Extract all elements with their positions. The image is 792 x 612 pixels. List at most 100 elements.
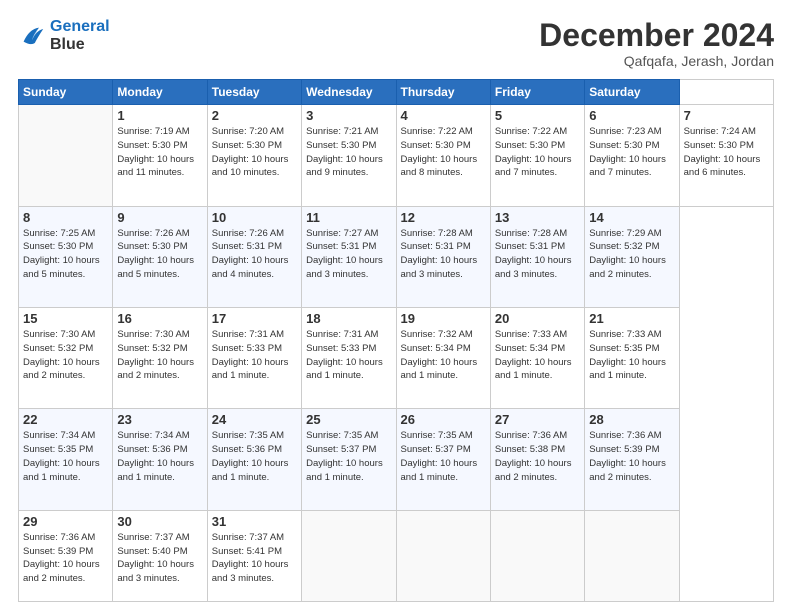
calendar-cell: 18Sunrise: 7:31 AMSunset: 5:33 PMDayligh… bbox=[302, 308, 396, 409]
cell-line: Sunset: 5:30 PM bbox=[684, 139, 769, 153]
cell-line: Sunset: 5:36 PM bbox=[212, 443, 297, 457]
cell-line: Daylight: 10 hours bbox=[212, 153, 297, 167]
cell-line: and 2 minutes. bbox=[495, 471, 580, 485]
day-number: 28 bbox=[589, 412, 674, 427]
day-number: 17 bbox=[212, 311, 297, 326]
day-number: 24 bbox=[212, 412, 297, 427]
cell-line: and 2 minutes. bbox=[23, 572, 108, 586]
calendar-cell: 3Sunrise: 7:21 AMSunset: 5:30 PMDaylight… bbox=[302, 105, 396, 206]
day-number: 31 bbox=[212, 514, 297, 529]
cell-line: Sunset: 5:30 PM bbox=[212, 139, 297, 153]
day-number: 2 bbox=[212, 108, 297, 123]
cell-content: Sunrise: 7:28 AMSunset: 5:31 PMDaylight:… bbox=[401, 227, 486, 282]
day-number: 23 bbox=[117, 412, 202, 427]
calendar-cell: 13Sunrise: 7:28 AMSunset: 5:31 PMDayligh… bbox=[490, 206, 584, 307]
cell-line: Sunrise: 7:37 AM bbox=[212, 531, 297, 545]
cell-line: Sunset: 5:31 PM bbox=[212, 240, 297, 254]
cell-line: and 1 minute. bbox=[495, 369, 580, 383]
cell-line: Sunset: 5:35 PM bbox=[23, 443, 108, 457]
cell-line: Sunrise: 7:31 AM bbox=[306, 328, 391, 342]
cell-line: Daylight: 10 hours bbox=[589, 356, 674, 370]
cell-line: Sunset: 5:39 PM bbox=[589, 443, 674, 457]
cell-line: Sunrise: 7:28 AM bbox=[495, 227, 580, 241]
cell-content: Sunrise: 7:29 AMSunset: 5:32 PMDaylight:… bbox=[589, 227, 674, 282]
location: Qafqafa, Jerash, Jordan bbox=[539, 53, 774, 69]
logo: General Blue bbox=[18, 18, 110, 53]
cell-line: and 3 minutes. bbox=[306, 268, 391, 282]
cell-line: Sunset: 5:37 PM bbox=[306, 443, 391, 457]
calendar-cell: 4 Sunrise: 7:22 AMSunset: 5:30 PMDaylight… bbox=[396, 105, 490, 206]
cell-content: Sunrise: 7:31 AMSunset: 5:33 PMDaylight:… bbox=[212, 328, 297, 383]
cell-line: Sunset: 5:35 PM bbox=[589, 342, 674, 356]
calendar-cell: 11Sunrise: 7:27 AMSunset: 5:31 PMDayligh… bbox=[302, 206, 396, 307]
cell-line: Daylight: 10 hours bbox=[117, 356, 202, 370]
cell-line: Daylight: 10 hours bbox=[589, 153, 674, 167]
calendar-cell: 21Sunrise: 7:33 AMSunset: 5:35 PMDayligh… bbox=[585, 308, 679, 409]
calendar-row: 22Sunrise: 7:34 AMSunset: 5:35 PMDayligh… bbox=[19, 409, 774, 510]
day-number: 19 bbox=[401, 311, 486, 326]
calendar-cell: 7Sunrise: 7:24 AMSunset: 5:30 PMDaylight… bbox=[679, 105, 773, 206]
day-number: 18 bbox=[306, 311, 391, 326]
calendar-cell: 6Sunrise: 7:23 AMSunset: 5:30 PMDaylight… bbox=[585, 105, 679, 206]
cell-line: and 1 minute. bbox=[23, 471, 108, 485]
cell-line: Sunset: 5:30 PM bbox=[495, 139, 580, 153]
day-number: 4 bbox=[401, 108, 486, 123]
cell-line: Sunrise: 7:22 AM bbox=[495, 125, 580, 139]
cell-line: and 4 minutes. bbox=[212, 268, 297, 282]
cell-line: Daylight: 10 hours bbox=[117, 558, 202, 572]
cell-line: and 2 minutes. bbox=[117, 369, 202, 383]
cell-line: Sunrise: 7:20 AM bbox=[212, 125, 297, 139]
cell-line: Daylight: 10 hours bbox=[495, 153, 580, 167]
logo-text: General Blue bbox=[50, 18, 110, 53]
calendar-cell: 16Sunrise: 7:30 AMSunset: 5:32 PMDayligh… bbox=[113, 308, 207, 409]
cell-line: Sunrise: 7:36 AM bbox=[495, 429, 580, 443]
cell-line: Sunset: 5:30 PM bbox=[306, 139, 391, 153]
cell-line: Daylight: 10 hours bbox=[306, 356, 391, 370]
day-number: 5 bbox=[495, 108, 580, 123]
cell-content: Sunrise: 7:25 AMSunset: 5:30 PMDaylight:… bbox=[23, 227, 108, 282]
cell-line: and 5 minutes. bbox=[23, 268, 108, 282]
cell-content: Sunrise: 7:33 AMSunset: 5:34 PMDaylight:… bbox=[495, 328, 580, 383]
calendar-cell: 14Sunrise: 7:29 AMSunset: 5:32 PMDayligh… bbox=[585, 206, 679, 307]
calendar-cell: 23Sunrise: 7:34 AMSunset: 5:36 PMDayligh… bbox=[113, 409, 207, 510]
cell-content: Sunrise: 7:21 AMSunset: 5:30 PMDaylight:… bbox=[306, 125, 391, 180]
calendar-cell: 17 Sunrise: 7:31 AMSunset: 5:33 PMDayligh… bbox=[207, 308, 301, 409]
day-number: 26 bbox=[401, 412, 486, 427]
cell-line: Sunrise: 7:34 AM bbox=[117, 429, 202, 443]
cell-content: Sunrise: 7:22 AMSunset: 5:30 PMDaylight:… bbox=[495, 125, 580, 180]
calendar-row: 1Sunrise: 7:19 AMSunset: 5:30 PMDaylight… bbox=[19, 105, 774, 206]
cell-content: Sunrise: 7:26 AMSunset: 5:30 PMDaylight:… bbox=[117, 227, 202, 282]
day-of-week-header: Wednesday bbox=[302, 80, 396, 105]
cell-line: Sunset: 5:31 PM bbox=[495, 240, 580, 254]
calendar-cell: 31 Sunrise: 7:37 AMSunset: 5:41 PMDayligh… bbox=[207, 510, 301, 601]
cell-line: Daylight: 10 hours bbox=[589, 254, 674, 268]
cell-content: Sunrise: 7:22 AMSunset: 5:30 PMDaylight:… bbox=[401, 125, 486, 180]
cell-line: Daylight: 10 hours bbox=[495, 254, 580, 268]
cell-line: and 1 minute. bbox=[401, 471, 486, 485]
cell-content: Sunrise: 7:30 AMSunset: 5:32 PMDaylight:… bbox=[23, 328, 108, 383]
cell-content: Sunrise: 7:36 AMSunset: 5:38 PMDaylight:… bbox=[495, 429, 580, 484]
cell-content: Sunrise: 7:36 AMSunset: 5:39 PMDaylight:… bbox=[589, 429, 674, 484]
cell-line: and 1 minute. bbox=[306, 369, 391, 383]
day-number: 25 bbox=[306, 412, 391, 427]
cell-line: Sunrise: 7:37 AM bbox=[117, 531, 202, 545]
cell-line: Sunrise: 7:30 AM bbox=[23, 328, 108, 342]
day-number: 1 bbox=[117, 108, 202, 123]
cell-line: Sunrise: 7:35 AM bbox=[306, 429, 391, 443]
day-of-week-header: Monday bbox=[113, 80, 207, 105]
calendar-row: 8Sunrise: 7:25 AMSunset: 5:30 PMDaylight… bbox=[19, 206, 774, 307]
cell-line: Sunrise: 7:36 AM bbox=[589, 429, 674, 443]
cell-content: Sunrise: 7:37 AMSunset: 5:41 PMDaylight:… bbox=[212, 531, 297, 586]
cell-line: Daylight: 10 hours bbox=[23, 254, 108, 268]
cell-line: and 3 minutes. bbox=[117, 572, 202, 586]
cell-line: Sunset: 5:30 PM bbox=[401, 139, 486, 153]
day-number: 30 bbox=[117, 514, 202, 529]
calendar-cell: 22Sunrise: 7:34 AMSunset: 5:35 PMDayligh… bbox=[19, 409, 113, 510]
day-number: 20 bbox=[495, 311, 580, 326]
cell-line: Daylight: 10 hours bbox=[401, 457, 486, 471]
cell-line: Sunset: 5:36 PM bbox=[117, 443, 202, 457]
cell-line: Sunrise: 7:33 AM bbox=[589, 328, 674, 342]
calendar-cell: 1Sunrise: 7:19 AMSunset: 5:30 PMDaylight… bbox=[113, 105, 207, 206]
cell-line: Sunset: 5:39 PM bbox=[23, 545, 108, 559]
cell-line: Sunset: 5:30 PM bbox=[23, 240, 108, 254]
